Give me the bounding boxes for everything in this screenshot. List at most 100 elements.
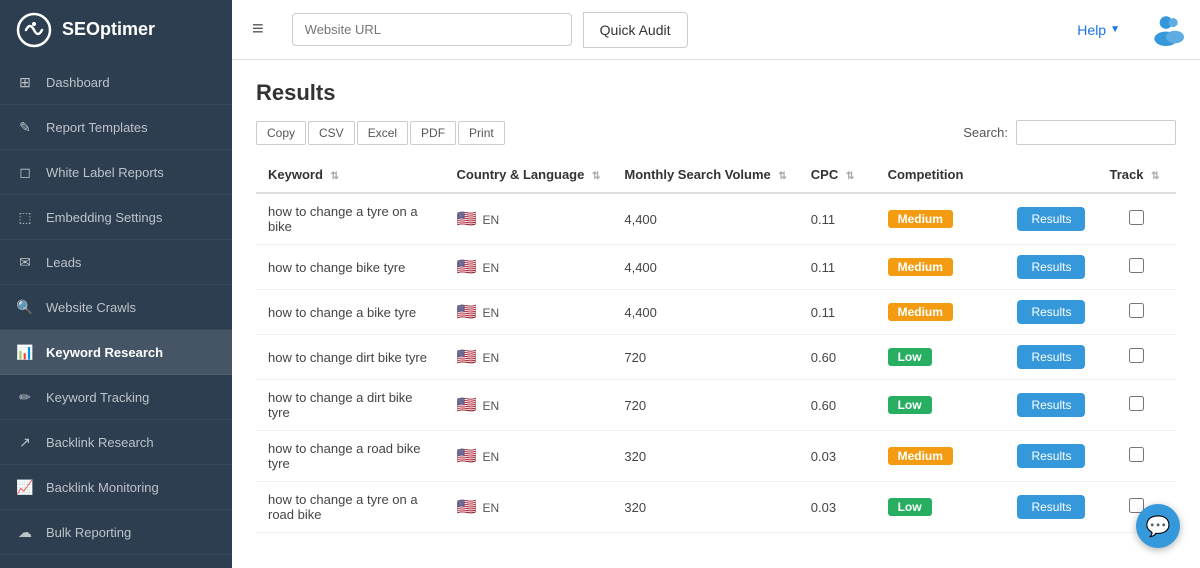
results-button[interactable]: Results	[1017, 300, 1085, 324]
keyword-research-icon: 📊	[16, 343, 34, 361]
csv-button[interactable]: CSV	[308, 121, 355, 145]
cell-volume: 320	[612, 482, 798, 533]
cell-cpc: 0.11	[799, 290, 876, 335]
flag-icon: 🇺🇸	[457, 397, 477, 414]
sidebar-item-label: White Label Reports	[46, 165, 164, 180]
print-button[interactable]: Print	[458, 121, 505, 145]
sidebar-item-label: Embedding Settings	[46, 210, 162, 225]
sidebar-item-white-label-reports[interactable]: ◻ White Label Reports	[0, 150, 232, 195]
competition-badge: Medium	[888, 447, 953, 465]
search-label: Search:	[963, 125, 1008, 140]
cell-track	[1097, 193, 1176, 245]
keyword-tracking-icon: ✏	[16, 388, 34, 406]
results-button[interactable]: Results	[1017, 255, 1085, 279]
cell-track	[1097, 380, 1176, 431]
cell-competition: Medium	[876, 290, 1006, 335]
cell-keyword: how to change a dirt bike tyre	[256, 380, 445, 431]
results-button[interactable]: Results	[1017, 207, 1085, 231]
cell-results: Results	[1005, 245, 1097, 290]
pdf-button[interactable]: PDF	[410, 121, 456, 145]
results-button[interactable]: Results	[1017, 345, 1085, 369]
sidebar-item-backlink-monitoring[interactable]: 📈 Backlink Monitoring	[0, 465, 232, 510]
cell-results: Results	[1005, 380, 1097, 431]
table-row: how to change a road bike tyre 🇺🇸EN 320 …	[256, 431, 1176, 482]
cell-track	[1097, 431, 1176, 482]
sidebar-item-dashboard[interactable]: ⊞ Dashboard	[0, 60, 232, 105]
header: SEOptimer ≡ Quick Audit Help ▼	[0, 0, 1200, 60]
cell-keyword: how to change dirt bike tyre	[256, 335, 445, 380]
cell-results: Results	[1005, 193, 1097, 245]
sort-icon-volume[interactable]: ⇅	[778, 171, 786, 182]
sort-icon-country[interactable]: ⇅	[592, 171, 600, 182]
sidebar-item-embedding-settings[interactable]: ⬚ Embedding Settings	[0, 195, 232, 240]
cell-volume: 720	[612, 335, 798, 380]
quick-audit-button[interactable]: Quick Audit	[583, 12, 688, 48]
sidebar-item-label: Bulk Reporting	[46, 525, 131, 540]
sidebar-item-keyword-tracking[interactable]: ✏ Keyword Tracking	[0, 375, 232, 420]
logo-icon	[16, 12, 52, 48]
track-checkbox[interactable]	[1129, 447, 1144, 462]
cell-country: 🇺🇸EN	[445, 290, 613, 335]
cell-competition: Medium	[876, 431, 1006, 482]
table-row: how to change a tyre on a bike 🇺🇸EN 4,40…	[256, 193, 1176, 245]
hamburger-icon[interactable]: ≡	[244, 14, 272, 45]
competition-badge: Low	[888, 396, 932, 414]
track-checkbox[interactable]	[1129, 348, 1144, 363]
sidebar-item-leads[interactable]: ✉ Leads	[0, 240, 232, 285]
copy-button[interactable]: Copy	[256, 121, 306, 145]
sidebar-item-bulk-reporting[interactable]: ☁ Bulk Reporting	[0, 510, 232, 555]
dashboard-icon: ⊞	[16, 73, 34, 91]
col-header-track: Track ⇅	[1097, 157, 1176, 193]
table-row: how to change a dirt bike tyre 🇺🇸EN 720 …	[256, 380, 1176, 431]
avatar[interactable]	[1148, 10, 1184, 49]
flag-icon: 🇺🇸	[457, 259, 477, 276]
sort-icon-keyword[interactable]: ⇅	[331, 171, 339, 182]
results-button[interactable]: Results	[1017, 393, 1085, 417]
competition-badge: Medium	[888, 303, 953, 321]
chat-bubble[interactable]: 💬	[1136, 504, 1180, 548]
cell-country: 🇺🇸EN	[445, 335, 613, 380]
sidebar-item-backlink-research[interactable]: ↗ Backlink Research	[0, 420, 232, 465]
track-checkbox[interactable]	[1129, 396, 1144, 411]
cell-keyword: how to change a tyre on a bike	[256, 193, 445, 245]
website-crawls-icon: 🔍	[16, 298, 34, 316]
sidebar-item-label: Dashboard	[46, 75, 110, 90]
cell-cpc: 0.11	[799, 245, 876, 290]
track-checkbox[interactable]	[1129, 258, 1144, 273]
results-button[interactable]: Results	[1017, 444, 1085, 468]
sidebar-item-label: Keyword Research	[46, 345, 163, 360]
language-label: EN	[482, 351, 499, 365]
sidebar-item-website-crawls[interactable]: 🔍 Website Crawls	[0, 285, 232, 330]
cell-volume: 4,400	[612, 193, 798, 245]
cell-country: 🇺🇸EN	[445, 431, 613, 482]
cell-volume: 4,400	[612, 290, 798, 335]
cell-results: Results	[1005, 482, 1097, 533]
cell-cpc: 0.60	[799, 380, 876, 431]
table-toolbar: CopyCSVExcelPDFPrint Search:	[256, 120, 1176, 145]
excel-button[interactable]: Excel	[357, 121, 408, 145]
sidebar-item-report-templates[interactable]: ✎ Report Templates	[0, 105, 232, 150]
white-label-reports-icon: ◻	[16, 163, 34, 181]
sidebar-item-label: Leads	[46, 255, 81, 270]
embedding-settings-icon: ⬚	[16, 208, 34, 226]
report-templates-icon: ✎	[16, 118, 34, 136]
search-input[interactable]	[1016, 120, 1176, 145]
competition-badge: Low	[888, 498, 932, 516]
col-header-keyword: Keyword ⇅	[256, 157, 445, 193]
sidebar: ⊞ Dashboard ✎ Report Templates ◻ White L…	[0, 60, 232, 568]
sort-icon-track[interactable]: ⇅	[1151, 171, 1159, 182]
url-input[interactable]	[292, 13, 572, 46]
cell-track	[1097, 290, 1176, 335]
cell-results: Results	[1005, 335, 1097, 380]
cell-competition: Low	[876, 335, 1006, 380]
results-button[interactable]: Results	[1017, 495, 1085, 519]
sidebar-item-keyword-research[interactable]: 📊 Keyword Research	[0, 330, 232, 375]
sort-icon-cpc[interactable]: ⇅	[846, 171, 854, 182]
track-checkbox[interactable]	[1129, 210, 1144, 225]
language-label: EN	[482, 501, 499, 515]
help-button[interactable]: Help ▼	[1077, 22, 1120, 38]
cell-keyword: how to change a tyre on a road bike	[256, 482, 445, 533]
track-checkbox[interactable]	[1129, 303, 1144, 318]
flag-icon: 🇺🇸	[457, 304, 477, 321]
sidebar-item-label: Report Templates	[46, 120, 148, 135]
